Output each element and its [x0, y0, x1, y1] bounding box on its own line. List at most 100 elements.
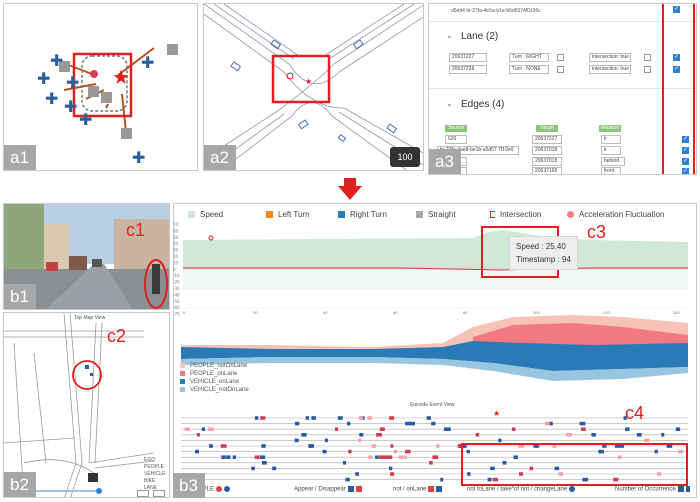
- lane-section-title[interactable]: Lane (2): [461, 31, 498, 42]
- event-mark: [378, 455, 384, 459]
- tooltip-speed: Speed : 25.40: [516, 242, 566, 251]
- edges-header-relation: Relation: [599, 125, 621, 132]
- event-mark: [390, 444, 394, 448]
- event-mark: [294, 421, 300, 426]
- y-tick-label: 50: [173, 235, 179, 240]
- event-mark: [232, 455, 236, 459]
- event-mark: [260, 416, 266, 420]
- event-mark: [475, 433, 480, 437]
- event-mark: [311, 416, 316, 420]
- event-mark: [260, 455, 266, 459]
- b2-stop-button[interactable]: [153, 490, 165, 497]
- edges-section-title[interactable]: Edges (4): [461, 99, 504, 110]
- event-mark: [337, 416, 343, 420]
- event-mark: [358, 416, 363, 420]
- y-tick-label: 10: [173, 260, 179, 265]
- b2-legend-bike: BIKE: [144, 478, 156, 484]
- event-mark: [383, 455, 390, 459]
- event-mark: [301, 433, 307, 437]
- a2-intersection-map: ★: [204, 4, 423, 170]
- event-mark: [305, 416, 310, 420]
- legend-acceleration[interactable]: Acceleration Fluctuation: [567, 210, 664, 219]
- event-mark: [436, 444, 440, 448]
- a3-id-top: d5ed4 fe-27fa-4e5a-b1e-b5d5574f0196c: [451, 8, 541, 14]
- lane-id-cell: 20637227: [449, 53, 487, 62]
- event-mark: [625, 427, 630, 431]
- svg-text:✚: ✚: [66, 73, 79, 92]
- b3-stream-graph: [181, 315, 688, 381]
- y-tick-label: -30: [173, 286, 180, 291]
- event-mark: [322, 449, 327, 454]
- stream-legend-vehicle-not: VEHICLE_notOnLane: [180, 387, 249, 393]
- lane-checkbox[interactable]: [644, 66, 651, 73]
- legend-straight[interactable]: Straight: [416, 210, 456, 219]
- panel-b1: c1 b1: [3, 203, 170, 310]
- down-arrow-icon: [338, 178, 362, 200]
- event-mark: [342, 461, 347, 465]
- event-mark: [432, 455, 439, 459]
- lane-checkbox[interactable]: [644, 54, 651, 61]
- footer-not-onlane: not / onLane: [393, 486, 443, 493]
- legend-right-turn[interactable]: Right Turn: [338, 210, 387, 219]
- event-mark: [443, 427, 449, 431]
- svg-text:★: ★: [305, 77, 312, 86]
- event-mark: [544, 421, 550, 426]
- svg-text:✚: ✚: [141, 53, 154, 72]
- speed-tooltip: Speed : 25.40 Timestamp : 94: [509, 236, 578, 270]
- panel-b2: Top Map View c2 EGO PEOPLE VEHICLE BIKE …: [3, 312, 170, 498]
- event-mark: [405, 449, 411, 454]
- event-highlight-box: [461, 443, 688, 486]
- event-mark: [254, 455, 260, 459]
- label-a1: a1: [4, 145, 36, 170]
- svg-text:✚: ✚: [50, 51, 63, 70]
- edge-target-cell: 20637227: [532, 135, 562, 144]
- y-tick-label: -20: [173, 280, 180, 285]
- event-mark: [409, 421, 415, 426]
- lane-turn-cell: Turn : NONE: [509, 65, 549, 74]
- event-mark: [393, 449, 398, 454]
- event-mark: [308, 444, 315, 448]
- lane-checkbox[interactable]: [557, 54, 564, 61]
- event-mark: [221, 455, 226, 459]
- event-mark: [347, 421, 351, 426]
- event-mark: [403, 455, 407, 459]
- event-mark: [591, 433, 596, 437]
- event-mark: [644, 438, 650, 443]
- edge-relation-cell: behind: [601, 157, 625, 166]
- tooltip-timestamp: Timestamp : 94: [516, 255, 571, 264]
- b2-legend-people: PEOPLE: [144, 464, 165, 470]
- event-mark: [220, 444, 227, 448]
- y-tick-label: 70: [173, 222, 179, 227]
- footer-changelane: not toLane / take*of not / changeLane: [467, 486, 576, 493]
- lane-id-cell: 20637228: [449, 65, 487, 74]
- y-tick-label: 30: [173, 248, 179, 253]
- b2-legend-vehicle: VEHICLE: [144, 471, 166, 477]
- y-tick-label: 0: [173, 267, 176, 272]
- y-tick-label: 40: [173, 241, 179, 246]
- panel-a3: d5ed4 fe-27fa-4e5a-b1e-b5d5574f0196c ⌄ L…: [428, 3, 697, 175]
- chevron-down-icon[interactable]: ⌄: [446, 99, 453, 108]
- event-mark: [398, 455, 404, 459]
- edge-target-cell: 20637195: [532, 167, 562, 174]
- y-tick-label: 60: [173, 228, 179, 233]
- legend-left-turn[interactable]: Left Turn: [266, 210, 310, 219]
- stream-legend-people-on: PEOPLE_onLane: [180, 371, 237, 377]
- event-mark: [636, 433, 642, 437]
- edge-target-cell: 20637018: [532, 157, 562, 166]
- stream-legend-people-not: PEOPLE_notOnLane: [180, 363, 247, 369]
- lane-checkbox[interactable]: [557, 66, 564, 73]
- y-tick-label: -50: [173, 299, 180, 304]
- footer-appear-disappear: Appear / Disappear: [294, 486, 362, 493]
- event-mark: [251, 466, 255, 471]
- event-mark: [661, 433, 665, 437]
- event-mark: [371, 444, 377, 448]
- event-mark: [580, 427, 586, 431]
- chevron-down-icon[interactable]: ⌄: [446, 31, 453, 40]
- y-tick-label: 20: [173, 254, 179, 259]
- event-mark: [579, 421, 586, 426]
- legend-intersection[interactable]: Intersection: [490, 210, 541, 219]
- event-mark: [368, 455, 373, 459]
- b2-play-button[interactable]: [137, 490, 149, 497]
- legend-speed[interactable]: Speed: [188, 210, 223, 219]
- label-b3: b3: [173, 473, 205, 498]
